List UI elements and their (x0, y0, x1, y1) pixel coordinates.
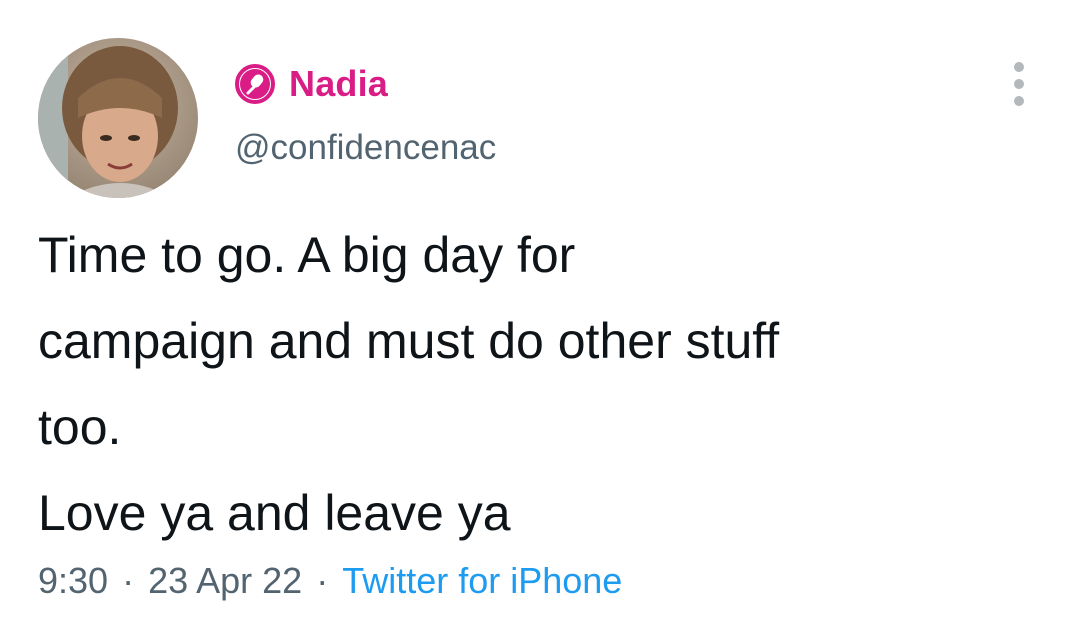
meta-separator: · (316, 560, 329, 601)
tweet-meta: 9:30 · 23 Apr 22 · Twitter for iPhone (38, 560, 622, 602)
more-vertical-icon-dot (1014, 79, 1024, 89)
meta-separator: · (122, 560, 135, 601)
avatar-photo (38, 38, 198, 198)
more-options-button[interactable] (1005, 62, 1033, 106)
more-vertical-icon-dot (1014, 96, 1024, 106)
more-vertical-icon (1014, 62, 1024, 72)
author-display-name[interactable]: Nadia (289, 63, 388, 105)
tweet-date[interactable]: 23 Apr 22 (148, 560, 302, 602)
author-name-row[interactable]: Nadia (235, 62, 388, 106)
microphone-badge-icon (235, 64, 275, 104)
tweet-time[interactable]: 9:30 (38, 560, 108, 602)
author-handle[interactable]: @confidencenac (235, 128, 496, 168)
tweet-text: Time to go. A big day for campaign and m… (38, 227, 780, 541)
tweet-card: Nadia @confidencenac Time to go. A big d… (0, 0, 1079, 639)
tweet-source-link[interactable]: Twitter for iPhone (342, 560, 622, 602)
avatar[interactable] (38, 38, 198, 198)
